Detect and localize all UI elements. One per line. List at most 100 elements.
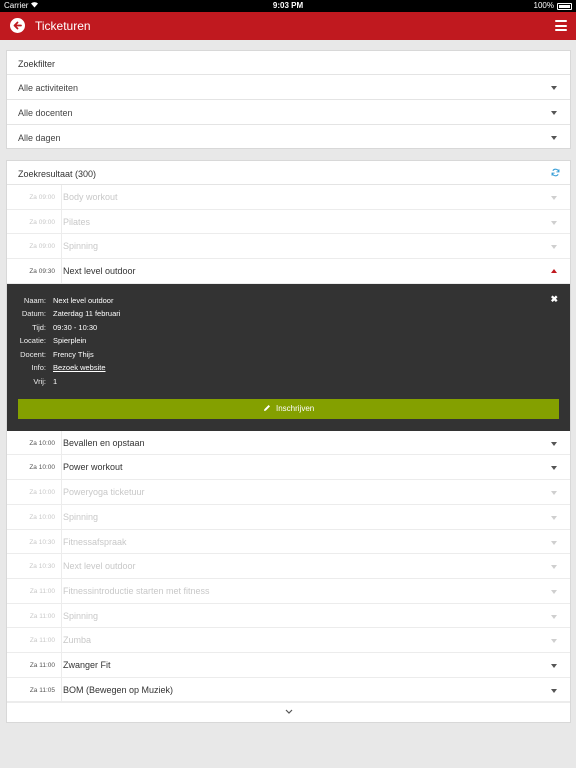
chevron-down-icon <box>551 136 557 140</box>
result-name: Spinning <box>63 610 99 621</box>
status-bar: Carrier 9:03 PM 100% <box>0 0 576 12</box>
detail-time-label: Tijd: <box>32 322 46 332</box>
load-more-button[interactable] <box>7 702 570 722</box>
result-name: Power workout <box>63 462 123 473</box>
chevron-up-icon[interactable] <box>551 269 557 274</box>
result-row-expanded[interactable]: Za 09:30 Next level outdoor <box>7 259 570 284</box>
detail-location-value: Spierplein <box>53 336 87 346</box>
detail-info-label: Info: <box>31 363 46 373</box>
result-time: Za 10:30 <box>29 563 55 571</box>
back-button[interactable] <box>10 18 25 33</box>
result-row[interactable]: Za 10:30 Next level outdoor <box>7 554 570 579</box>
chevron-down-icon[interactable] <box>551 589 557 594</box>
chevron-down-icon <box>285 709 293 714</box>
result-time: Za 10:00 <box>29 489 55 497</box>
app-bar: Ticketuren <box>0 12 576 40</box>
search-results-card: Zoekresultaat (300) Za 09:00 Body workout… <box>6 160 571 723</box>
enroll-button[interactable]: Inschrijven <box>18 398 559 419</box>
result-time: Za 11:05 <box>29 686 55 694</box>
battery-icon <box>557 3 572 10</box>
result-list-before: Za 09:00 Body workout Za 09:00 Pilates Za 09… <box>7 185 570 260</box>
result-list-after: Za 10:00 Bevallen en opstaan Za 10:00 Power… <box>7 430 570 703</box>
detail-name-label: Naam: <box>23 295 46 305</box>
result-time: Za 10:00 <box>29 513 55 521</box>
result-name: Body workout <box>63 192 118 202</box>
enroll-button-label: Inschrijven <box>275 403 315 413</box>
day-filter-select[interactable]: Alle dagen <box>7 125 570 150</box>
pencil-icon <box>263 404 270 411</box>
result-name: Spinning <box>63 511 99 522</box>
result-name: Fitnessafspraak <box>63 536 127 547</box>
result-row[interactable]: Za 10:00 Bevallen en opstaan <box>7 430 570 456</box>
result-time: Za 10:30 <box>29 538 55 546</box>
result-row[interactable]: Za 10:00 Power workout <box>7 455 570 481</box>
result-name: Poweryoga ticketuur <box>63 487 145 498</box>
results-header: Zoekresultaat (300) <box>7 161 570 185</box>
website-link[interactable]: Bezoek website <box>53 363 106 372</box>
status-time: 9:03 PM <box>272 1 304 10</box>
page-title: Ticketuren <box>35 19 91 33</box>
result-row[interactable]: Za 10:30 Fitnessafspraak <box>7 529 570 555</box>
detail-date-value: Zaterdag 11 februari <box>53 309 121 319</box>
chevron-down-icon[interactable] <box>551 639 557 644</box>
filter-title: Zoekfilter <box>7 51 570 75</box>
activity-filter-value: Alle activiteiten <box>18 83 79 93</box>
refresh-icon[interactable] <box>551 168 560 179</box>
result-time: Za 11:00 <box>29 587 55 595</box>
chevron-down-icon[interactable] <box>551 466 557 471</box>
result-row[interactable]: Za 10:00 Spinning <box>7 504 570 530</box>
battery-percentage: 100% <box>533 1 554 10</box>
result-time: Za 09:00 <box>29 243 55 251</box>
chevron-down-icon[interactable] <box>551 663 557 668</box>
result-time: Za 10:00 <box>29 464 55 472</box>
result-time: Za 09:00 <box>29 194 55 201</box>
result-row[interactable]: Za 09:00 Spinning <box>7 234 570 260</box>
chevron-down-icon[interactable] <box>551 688 557 693</box>
detail-location-label: Locatie: <box>19 336 46 346</box>
hamburger-menu-icon[interactable] <box>555 20 567 31</box>
result-time: Za 09:00 <box>29 218 55 226</box>
day-filter-value: Alle dagen <box>18 133 61 143</box>
result-row[interactable]: Za 11:00 Zwanger Fit <box>7 652 570 678</box>
chevron-down-icon[interactable] <box>551 245 557 250</box>
chevron-down-icon[interactable] <box>551 565 557 570</box>
result-name: Bevallen en opstaan <box>63 437 145 448</box>
result-row[interactable]: Za 11:00 Spinning <box>7 603 570 629</box>
detail-teacher-value: Frency Thijs <box>53 349 94 359</box>
detail-free-label: Vrij: <box>33 376 46 386</box>
activity-filter-select[interactable]: Alle activiteiten <box>7 75 570 100</box>
detail-name-value: Next level outdoor <box>53 295 114 305</box>
search-filter-card: Zoekfilter Alle activiteiten Alle docent… <box>6 50 571 149</box>
result-row[interactable]: Za 11:05 BOM (Bewegen op Muziek) <box>7 677 570 703</box>
result-name: Fitnessintroductie starten met fitness <box>63 585 210 596</box>
result-row[interactable]: Za 11:00 Zumba <box>7 628 570 653</box>
chevron-down-icon[interactable] <box>551 540 557 545</box>
result-name: Zwanger Fit <box>63 659 111 670</box>
chevron-down-icon[interactable] <box>551 614 557 619</box>
result-row[interactable]: Za 10:00 Poweryoga ticketuur <box>7 480 570 505</box>
result-name: Next level outdoor <box>63 266 136 277</box>
chevron-down-icon[interactable] <box>551 196 557 200</box>
chevron-down-icon[interactable] <box>551 515 557 520</box>
close-icon[interactable]: ✖ <box>550 294 558 305</box>
result-name: Zumba <box>63 635 92 646</box>
result-row[interactable]: Za 09:00 Body workout <box>7 185 570 210</box>
result-time: Za 11:00 <box>29 661 55 669</box>
result-time: Za 10:00 <box>29 439 55 447</box>
chevron-down-icon <box>551 86 557 90</box>
result-name: BOM (Bewegen op Muziek) <box>63 684 174 695</box>
chevron-down-icon[interactable] <box>551 220 557 225</box>
chevron-down-icon[interactable] <box>551 491 557 496</box>
arrow-left-icon <box>13 21 22 30</box>
result-row[interactable]: Za 11:00 Fitnessintroductie starten met f… <box>7 578 570 604</box>
detail-date-label: Datum: <box>21 309 46 319</box>
detail-teacher-label: Docent: <box>20 349 46 359</box>
teacher-filter-value: Alle docenten <box>18 108 73 118</box>
chevron-down-icon[interactable] <box>551 441 557 446</box>
detail-free-value: 1 <box>53 376 58 386</box>
result-time: Za 11:00 <box>29 612 55 620</box>
result-detail-panel: ✖ Naam: Next level outdoor Datum: Zaterd… <box>7 283 570 431</box>
result-row[interactable]: Za 09:00 Pilates <box>7 209 570 235</box>
teacher-filter-select[interactable]: Alle docenten <box>7 100 570 125</box>
result-name: Pilates <box>63 216 91 227</box>
